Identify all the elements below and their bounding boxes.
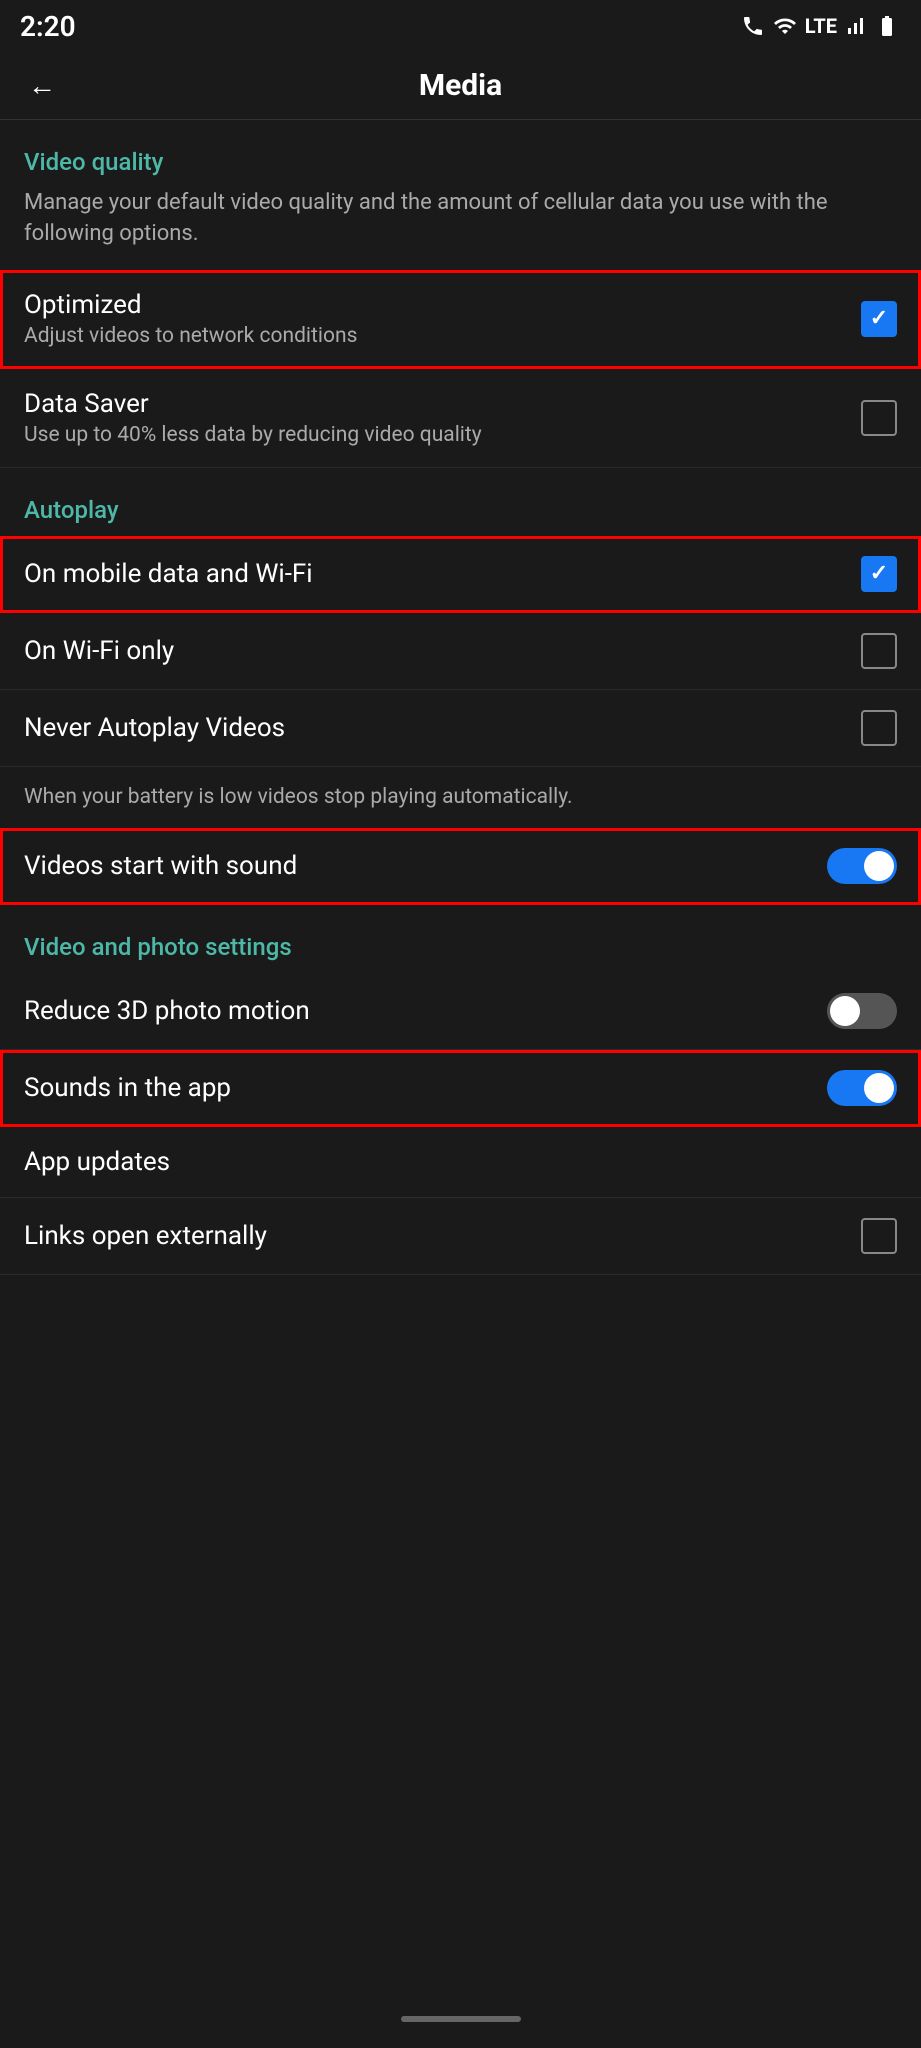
optimized-text: Optimized Adjust videos to network condi…: [24, 290, 861, 348]
mobile-data-wifi-text: On mobile data and Wi-Fi: [24, 559, 861, 589]
phone-icon: [741, 14, 765, 38]
never-autoplay-checkbox[interactable]: [861, 710, 897, 746]
reduce-3d-motion-title: Reduce 3D photo motion: [24, 996, 827, 1026]
sounds-in-app-row[interactable]: Sounds in the app: [0, 1050, 921, 1127]
video-quality-section: Video quality Manage your default video …: [0, 120, 921, 468]
status-bar: 2:20 LTE: [0, 0, 921, 52]
header-title: Media: [20, 68, 901, 103]
autoplay-section: Autoplay On mobile data and Wi-Fi On Wi-…: [0, 468, 921, 767]
videos-start-sound-toggle-knob: [864, 851, 894, 881]
optimized-checkbox[interactable]: [861, 301, 897, 337]
wifi-only-title: On Wi-Fi only: [24, 636, 861, 666]
reduce-3d-motion-toggle[interactable]: [827, 993, 897, 1029]
wifi-only-text: On Wi-Fi only: [24, 636, 861, 666]
status-icons: LTE: [741, 14, 901, 38]
bottom-nav-indicator: [0, 2000, 921, 2038]
videos-start-sound-row[interactable]: Videos start with sound: [0, 828, 921, 905]
app-updates-title: App updates: [24, 1147, 897, 1177]
back-button[interactable]: ←: [20, 65, 64, 106]
wifi-only-row[interactable]: On Wi-Fi only: [0, 613, 921, 690]
never-autoplay-text: Never Autoplay Videos: [24, 713, 861, 743]
never-autoplay-title: Never Autoplay Videos: [24, 713, 861, 743]
sounds-in-app-text: Sounds in the app: [24, 1073, 827, 1103]
links-open-externally-row[interactable]: Links open externally: [0, 1198, 921, 1275]
data-saver-subtitle: Use up to 40% less data by reducing vide…: [24, 423, 861, 447]
video-quality-header: Video quality: [0, 120, 921, 188]
reduce-3d-motion-toggle-knob: [830, 996, 860, 1026]
optimized-subtitle: Adjust videos to network conditions: [24, 324, 861, 348]
data-saver-text: Data Saver Use up to 40% less data by re…: [24, 389, 861, 447]
videos-start-sound-toggle[interactable]: [827, 848, 897, 884]
video-photo-settings-header: Video and photo settings: [0, 905, 921, 973]
sounds-in-app-toggle[interactable]: [827, 1070, 897, 1106]
sounds-in-app-toggle-knob: [864, 1073, 894, 1103]
lte-icon: LTE: [805, 14, 837, 38]
videos-start-sound-text: Videos start with sound: [24, 851, 827, 881]
optimized-row[interactable]: Optimized Adjust videos to network condi…: [0, 270, 921, 369]
content: Video quality Manage your default video …: [0, 120, 921, 1275]
data-saver-checkbox[interactable]: [861, 400, 897, 436]
wifi-icon: [771, 14, 799, 38]
videos-start-sound-title: Videos start with sound: [24, 851, 827, 881]
data-saver-title: Data Saver: [24, 389, 861, 419]
video-photo-settings-section: Video and photo settings Reduce 3D photo…: [0, 905, 921, 1127]
status-time: 2:20: [20, 10, 76, 43]
links-open-externally-checkbox[interactable]: [861, 1218, 897, 1254]
battery-low-note: When your battery is low videos stop pla…: [0, 767, 921, 828]
signal-icon: [843, 14, 867, 38]
battery-icon: [873, 14, 901, 38]
mobile-data-wifi-checkbox[interactable]: [861, 556, 897, 592]
links-open-externally-text: Links open externally: [24, 1221, 861, 1251]
reduce-3d-motion-row[interactable]: Reduce 3D photo motion: [0, 973, 921, 1050]
mobile-data-wifi-row[interactable]: On mobile data and Wi-Fi: [0, 536, 921, 613]
reduce-3d-motion-text: Reduce 3D photo motion: [24, 996, 827, 1026]
never-autoplay-row[interactable]: Never Autoplay Videos: [0, 690, 921, 767]
nav-bar-line: [401, 2016, 521, 2022]
mobile-data-wifi-title: On mobile data and Wi-Fi: [24, 559, 861, 589]
data-saver-row[interactable]: Data Saver Use up to 40% less data by re…: [0, 369, 921, 468]
wifi-only-checkbox[interactable]: [861, 633, 897, 669]
autoplay-header: Autoplay: [0, 468, 921, 536]
links-open-externally-title: Links open externally: [24, 1221, 861, 1251]
optimized-title: Optimized: [24, 290, 861, 320]
video-quality-description: Manage your default video quality and th…: [0, 188, 921, 270]
app-updates-text: App updates: [24, 1147, 897, 1177]
app-updates-row[interactable]: App updates: [0, 1127, 921, 1198]
sounds-in-app-title: Sounds in the app: [24, 1073, 827, 1103]
header: ← Media: [0, 52, 921, 120]
